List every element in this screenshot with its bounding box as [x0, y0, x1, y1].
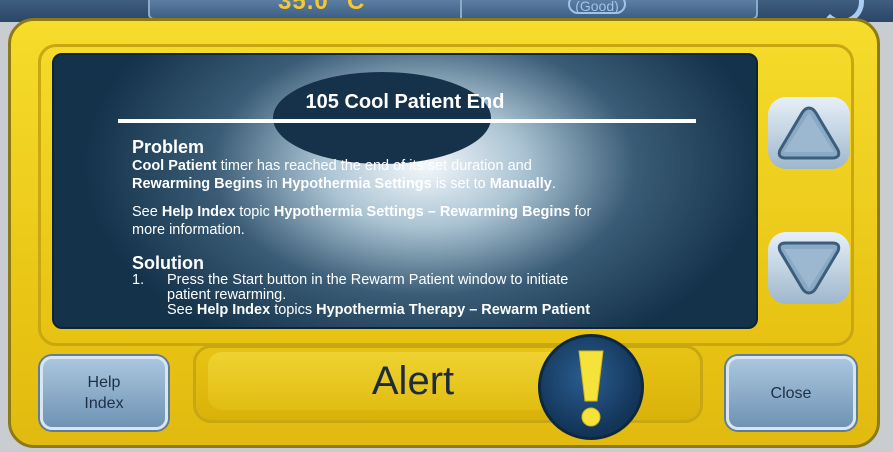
- exclamation-glyph: [578, 350, 604, 427]
- problem-term: Manually: [489, 176, 552, 192]
- step-number: 1.: [132, 272, 145, 288]
- see-text-span: for: [570, 204, 592, 220]
- step-text: Press the Start button in the Rewarm Pat…: [167, 273, 590, 318]
- step-see-text: topics: [270, 302, 317, 318]
- see-text-span: See: [132, 204, 162, 220]
- topic-name: Hypothermia Settings – Rewarming Begins: [273, 204, 571, 220]
- problem-text: Cool Patient timer has reached the end o…: [132, 157, 732, 193]
- title-rule: [118, 119, 696, 123]
- close-label: Close: [770, 384, 812, 402]
- problem-term: Hypothermia Settings: [281, 176, 432, 192]
- solution-heading: Solution: [132, 253, 204, 273]
- alert-title: 105 Cool Patient End: [305, 91, 505, 113]
- help-label-line1: Help: [87, 374, 121, 391]
- scroll-up-button[interactable]: [768, 97, 850, 169]
- step-line: patient rewarming.: [167, 287, 287, 303]
- step-line: Press the Start button in the Rewarm Pat…: [167, 272, 569, 288]
- problem-text-span: .: [551, 176, 556, 192]
- alert-content: Problem Cool Patient timer has reached t…: [132, 137, 732, 318]
- problem-text-span: is set to: [431, 176, 490, 192]
- solution-step: 1. Press the Start button in the Rewarm …: [132, 273, 732, 318]
- topic-name: Hypothermia Therapy – Rewarm Patient: [316, 302, 591, 318]
- help-index-link-text: Help Index: [196, 302, 271, 318]
- triangle-down-icon: [777, 241, 841, 295]
- scroll-down-button[interactable]: [768, 232, 850, 304]
- panel-divider: [460, 0, 462, 20]
- close-button[interactable]: Close: [726, 356, 856, 430]
- top-status-panel: 35.0 °C (Good): [148, 0, 864, 24]
- temperature-readout: 35.0 °C: [278, 0, 366, 15]
- see-text-span: topic: [235, 204, 274, 220]
- see-also-text: See Help Index topic Hypothermia Setting…: [132, 203, 732, 239]
- help-index-button[interactable]: Help Index: [40, 356, 168, 430]
- problem-text-span: timer has reached the end of its set dur…: [216, 158, 532, 174]
- problem-heading: Problem: [132, 137, 205, 157]
- triangle-up-icon: [777, 106, 841, 160]
- alert-message-screen[interactable]: 105 Cool Patient End Problem Cool Patien…: [52, 53, 758, 329]
- step-see-text: See: [167, 302, 197, 318]
- problem-term: Rewarming Begins: [132, 176, 263, 192]
- exclamation-icon: [538, 334, 644, 440]
- problem-text-span: in: [262, 176, 282, 192]
- problem-term: Cool Patient: [132, 158, 217, 174]
- help-index-link-text: Help Index: [161, 204, 236, 220]
- help-label-line2: Index: [84, 395, 124, 412]
- see-text-span: more information.: [132, 222, 245, 238]
- signal-quality-badge: (Good): [568, 0, 626, 14]
